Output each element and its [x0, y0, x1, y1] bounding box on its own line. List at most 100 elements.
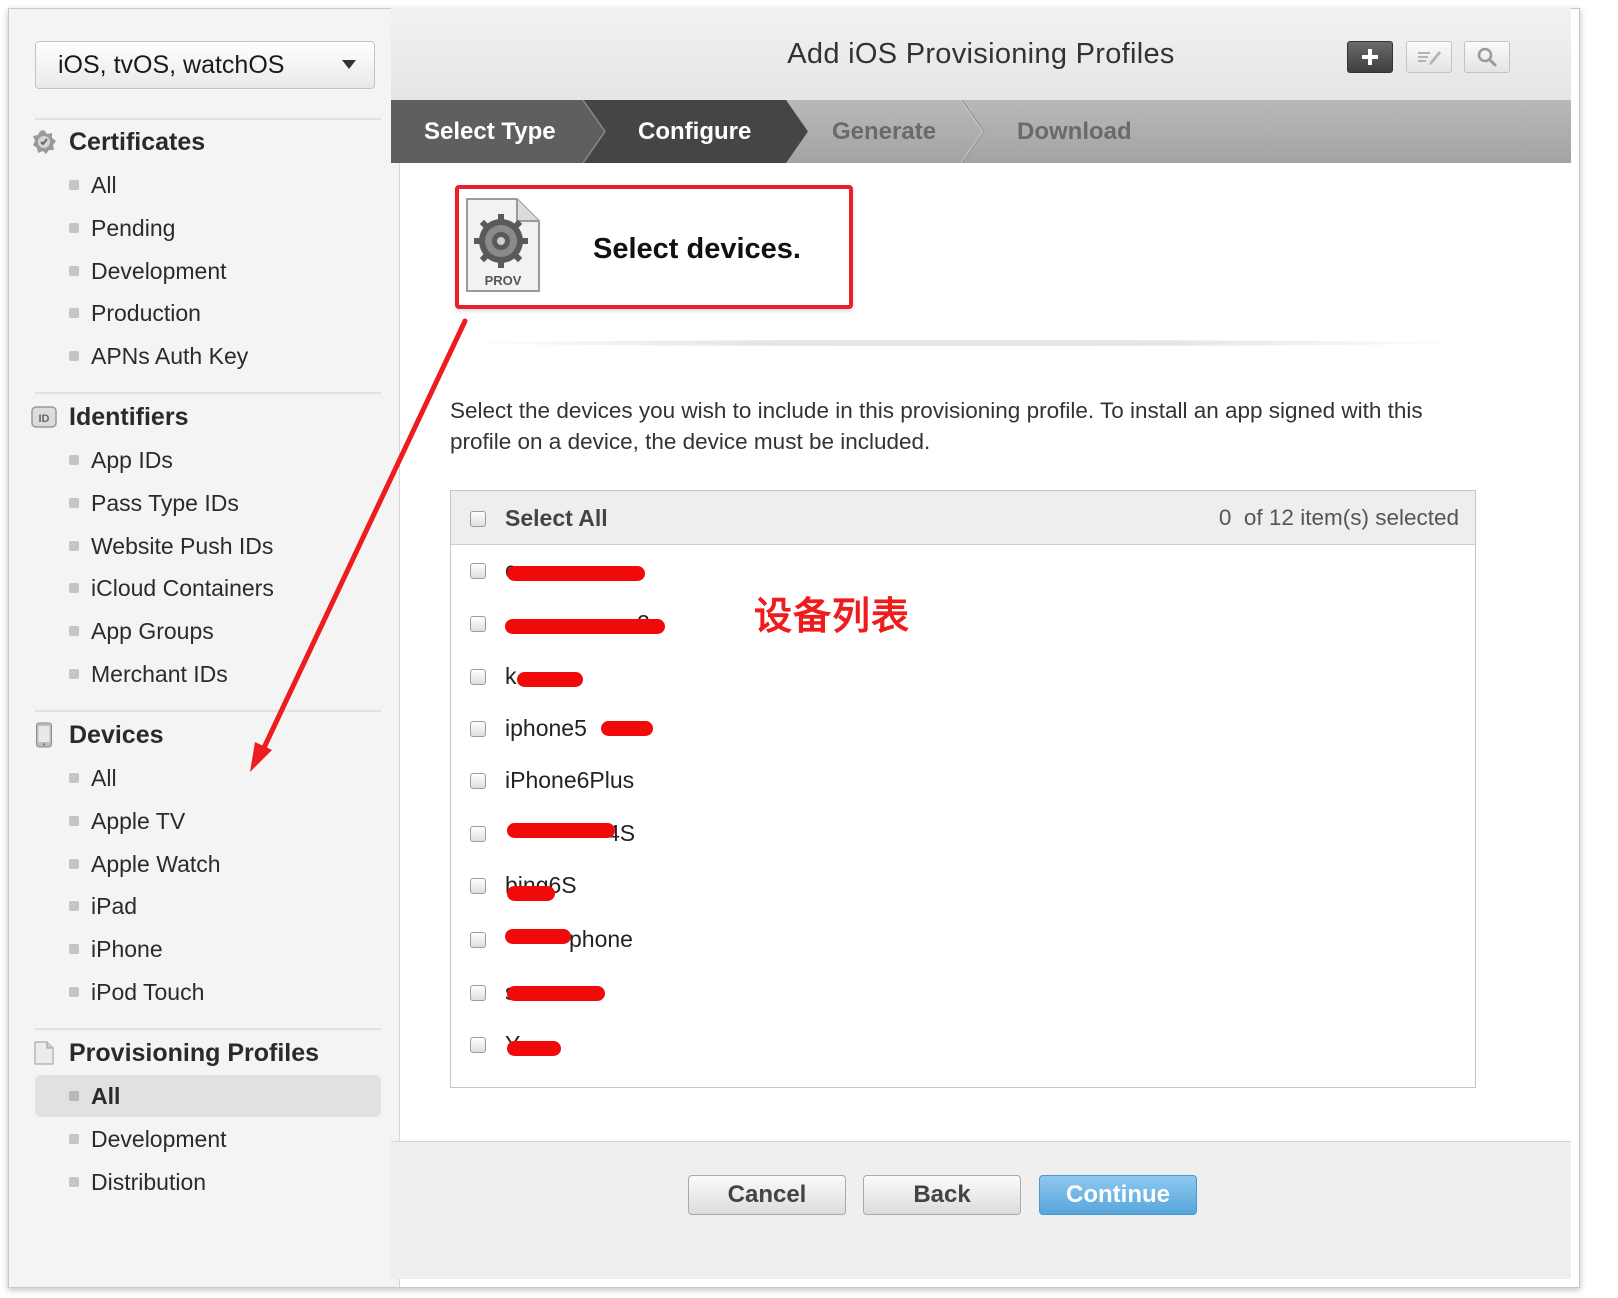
sidebar-item-label: iPad — [91, 892, 138, 919]
divider — [458, 340, 1468, 346]
sidebar-item-certificates-all[interactable]: All — [35, 164, 381, 206]
sidebar-item-app-groups[interactable]: App Groups — [35, 610, 381, 652]
sidebar-item-label: Pass Type IDs — [91, 489, 239, 516]
device-checkbox[interactable] — [470, 878, 486, 894]
device-row[interactable]: iphone5 — [451, 703, 1475, 755]
sidebar-item-iphone[interactable]: iPhone — [35, 928, 381, 970]
bullet-icon — [69, 351, 79, 361]
redaction-mark — [507, 823, 615, 838]
sidebar: iOS, tvOS, watchOS Certificates All Pend… — [9, 9, 400, 1287]
step-generate[interactable]: Generate — [832, 100, 936, 163]
device-row[interactable]: phone — [451, 914, 1475, 966]
sidebar-item-label: Website Push IDs — [91, 532, 274, 559]
device-row[interactable]: s — [451, 967, 1475, 1019]
bullet-icon — [69, 498, 79, 508]
top-toolbar: Add iOS Provisioning Profiles — [391, 8, 1571, 108]
device-list-table: Select All 0 of 12 item(s) selected c 2 … — [450, 490, 1476, 1088]
bullet-icon — [69, 816, 79, 826]
sidebar-item-apple-watch[interactable]: Apple Watch — [35, 843, 381, 885]
sidebar-item-website-push-ids[interactable]: Website Push IDs — [35, 525, 381, 567]
selection-count: 0 of 12 item(s) selected — [1219, 505, 1459, 531]
select-all-checkbox[interactable] — [470, 511, 486, 527]
sidebar-header-label: Certificates — [69, 127, 206, 156]
device-checkbox[interactable] — [470, 826, 486, 842]
sidebar-item-label: All — [91, 171, 117, 198]
continue-button[interactable]: Continue — [1039, 1175, 1197, 1215]
bullet-icon — [69, 773, 79, 783]
redaction-mark — [507, 566, 645, 581]
device-checkbox[interactable] — [470, 985, 486, 1001]
sidebar-item-certificates-production[interactable]: Production — [35, 292, 381, 334]
device-checkbox[interactable] — [470, 773, 486, 789]
sidebar-header-label: Provisioning Profiles — [69, 1038, 320, 1067]
sidebar-header-identifiers[interactable]: ID Identifiers — [31, 397, 188, 437]
edit-button[interactable] — [1406, 41, 1452, 73]
device-row[interactable]: iPhone6Plus — [451, 755, 1475, 807]
sidebar-item-ipod-touch[interactable]: iPod Touch — [35, 971, 381, 1013]
sidebar-item-apple-tv[interactable]: Apple TV — [35, 800, 381, 842]
sidebar-item-profiles-distribution[interactable]: Distribution — [35, 1161, 381, 1203]
device-checkbox[interactable] — [470, 563, 486, 579]
sidebar-divider — [35, 118, 381, 120]
device-name: phone — [569, 926, 633, 952]
sidebar-item-devices-all[interactable]: All — [35, 757, 381, 799]
bullet-icon — [69, 1177, 79, 1187]
steps-background — [391, 100, 985, 163]
select-all-label[interactable]: Select All — [505, 505, 608, 532]
sidebar-item-merchant-ids[interactable]: Merchant IDs — [35, 653, 381, 695]
device-row[interactable]: 2 — [451, 598, 1475, 650]
sidebar-divider — [35, 392, 381, 394]
bullet-icon — [69, 944, 79, 954]
sidebar-item-ipad[interactable]: iPad — [35, 885, 381, 927]
edit-icon — [1418, 51, 1441, 65]
device-row[interactable]: 4S — [451, 808, 1475, 860]
cancel-button[interactable]: Cancel — [688, 1175, 846, 1215]
table-header: Select All 0 of 12 item(s) selected — [451, 491, 1475, 545]
device-checkbox[interactable] — [470, 669, 486, 685]
device-checkbox[interactable] — [470, 721, 486, 737]
sidebar-item-icloud-containers[interactable]: iCloud Containers — [35, 567, 381, 609]
sidebar-item-pass-type-ids[interactable]: Pass Type IDs — [35, 482, 381, 524]
search-button[interactable] — [1464, 41, 1510, 73]
sidebar-item-profiles-development[interactable]: Development — [35, 1118, 381, 1160]
device-checkbox[interactable] — [470, 1037, 486, 1053]
platform-select[interactable]: iOS, tvOS, watchOS — [35, 41, 375, 89]
step-select-type[interactable]: Select Type — [424, 100, 556, 163]
sidebar-item-profiles-all[interactable]: All — [35, 1075, 381, 1117]
back-button[interactable]: Back — [863, 1175, 1021, 1215]
sidebar-header-certificates[interactable]: Certificates — [31, 122, 205, 162]
sidebar-header-provisioning-profiles[interactable]: Provisioning Profiles — [31, 1033, 319, 1073]
sidebar-item-certificates-development[interactable]: Development — [35, 250, 381, 292]
bullet-icon — [69, 859, 79, 869]
sidebar-item-apns-auth-key[interactable]: APNs Auth Key — [35, 335, 381, 377]
redaction-mark — [601, 721, 653, 736]
redaction-mark — [505, 619, 665, 634]
step-download[interactable]: Download — [1017, 100, 1132, 163]
bullet-icon — [69, 669, 79, 679]
add-button[interactable] — [1347, 41, 1393, 73]
sidebar-item-label: Production — [91, 299, 201, 326]
instructions-text: Select the devices you wish to include i… — [450, 398, 1423, 454]
sidebar-header-devices[interactable]: Devices — [31, 715, 164, 755]
id-badge-icon: ID — [31, 404, 57, 430]
device-checkbox[interactable] — [470, 932, 486, 948]
bullet-icon — [69, 180, 79, 190]
device-row[interactable]: bing6S — [451, 860, 1475, 912]
file-badge-label: PROV — [485, 273, 522, 288]
bullet-icon — [69, 987, 79, 997]
sidebar-item-label: Development — [91, 1125, 227, 1152]
device-name: iPhone6Plus — [505, 767, 635, 793]
chevron-down-icon — [342, 60, 356, 69]
device-checkbox[interactable] — [470, 616, 486, 632]
document-icon — [31, 1040, 57, 1066]
bullet-icon — [69, 455, 79, 465]
device-row[interactable]: c — [451, 545, 1475, 597]
page-title: Add iOS Provisioning Profiles — [787, 38, 1175, 70]
step-configure[interactable]: Configure — [638, 100, 751, 163]
sidebar-item-certificates-pending[interactable]: Pending — [35, 207, 381, 249]
device-row[interactable]: k — [451, 651, 1475, 703]
device-row[interactable]: Y — [451, 1019, 1475, 1071]
sidebar-header-label: Identifiers — [69, 402, 189, 431]
sidebar-item-app-ids[interactable]: App IDs — [35, 439, 381, 481]
annotation-device-list: 设备列表 — [754, 596, 911, 638]
